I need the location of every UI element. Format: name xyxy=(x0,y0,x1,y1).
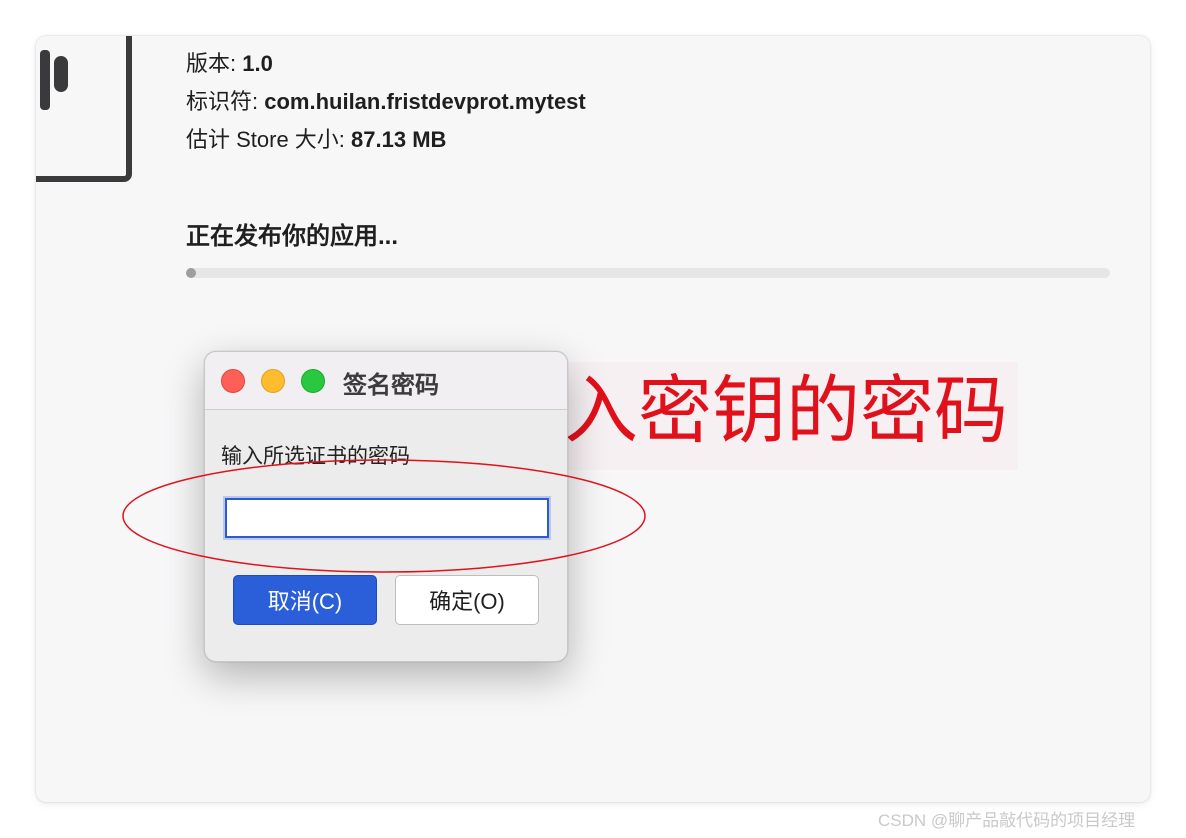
app-icon-bar xyxy=(40,50,50,110)
screenshot-stage: 版本: 1.0 标识符: com.huilan.fristdevprot.myt… xyxy=(0,0,1186,838)
dialog-titlebar[interactable]: 签名密码 xyxy=(205,352,567,410)
publish-progress-fill xyxy=(186,268,196,278)
store-size-row: 估计 Store 大小: 87.13 MB xyxy=(186,122,446,154)
dialog-title: 签名密码 xyxy=(343,372,439,399)
app-icon-bar xyxy=(54,56,68,92)
watermark: CSDN @聊产品敲代码的项目经理 xyxy=(878,811,1136,830)
publishing-status: 正在发布你的应用... xyxy=(186,223,399,250)
maximize-window-button[interactable] xyxy=(301,369,325,393)
ok-button[interactable]: 确定(O) xyxy=(395,575,539,625)
signing-password-dialog: 签名密码 输入所选证书的密码 取消(C) 确定(O) xyxy=(204,351,568,662)
identifier-value: com.huilan.fristdevprot.mytest xyxy=(264,89,586,114)
version-label: 版本: xyxy=(186,51,243,76)
identifier-label: 标识符: xyxy=(186,89,265,114)
password-prompt: 输入所选证书的密码 xyxy=(221,445,410,468)
cancel-button[interactable]: 取消(C) xyxy=(233,575,377,625)
version-value: 1.0 xyxy=(242,51,273,76)
app-icon xyxy=(36,36,132,182)
version-row: 版本: 1.0 xyxy=(186,46,273,78)
identifier-row: 标识符: com.huilan.fristdevprot.mytest xyxy=(186,84,586,116)
password-field[interactable] xyxy=(223,496,551,540)
store-size-value: 87.13 MB xyxy=(351,127,447,152)
publish-progress-bar xyxy=(186,268,1110,278)
close-window-button[interactable] xyxy=(221,369,245,393)
minimize-window-button[interactable] xyxy=(261,369,285,393)
store-size-label: 估计 Store 大小: xyxy=(186,127,352,152)
